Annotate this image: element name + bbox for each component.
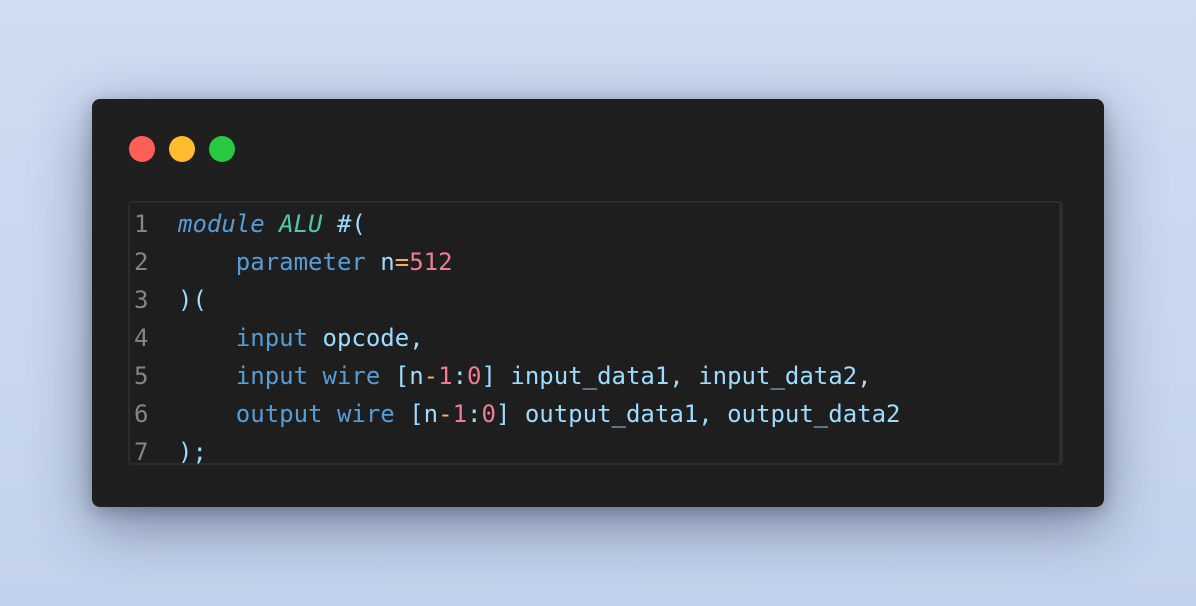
code-token: [n bbox=[380, 362, 424, 390]
code-token: : bbox=[452, 362, 468, 390]
code-token: 0 bbox=[481, 400, 496, 428]
code-line: 2 parameter n=512 bbox=[134, 243, 901, 281]
code-token: ALU bbox=[279, 210, 323, 238]
line-text: ); bbox=[178, 433, 207, 471]
code-token: 1 bbox=[438, 362, 453, 390]
code-line: 6 output wire [n-1:0] output_data1, outp… bbox=[134, 395, 901, 433]
code-line: 1 module ALU #( bbox=[134, 205, 901, 243]
code-token: )( bbox=[178, 286, 207, 314]
code-token: parameter bbox=[235, 248, 366, 276]
code-editor[interactable]: 1 module ALU #(2 parameter n=512 3)(4 inpu… bbox=[128, 201, 1063, 466]
line-text: )( bbox=[178, 281, 207, 319]
code-token: = bbox=[394, 248, 410, 276]
line-number: 6 bbox=[134, 400, 149, 428]
code-block: 1 module ALU #(2 parameter n=512 3)(4 inpu… bbox=[134, 205, 901, 471]
minimize-button[interactable] bbox=[169, 136, 195, 162]
close-button[interactable] bbox=[129, 136, 155, 162]
code-token: #( bbox=[322, 210, 366, 238]
code-token: - bbox=[423, 362, 439, 390]
code-token: ] input_data1, input_data2, bbox=[481, 362, 872, 390]
line-number: 7 bbox=[134, 438, 149, 466]
code-window: 1 module ALU #(2 parameter n=512 3)(4 inpu… bbox=[92, 99, 1104, 507]
line-number: 2 bbox=[134, 248, 149, 276]
line-number: 4 bbox=[134, 324, 149, 352]
code-token: ] output_data1, output_data2 bbox=[495, 400, 901, 428]
line-text: input opcode, bbox=[178, 319, 424, 357]
line-number: 3 bbox=[134, 286, 149, 314]
code-token: : bbox=[467, 400, 482, 428]
code-token: opcode, bbox=[322, 324, 424, 352]
code-token: 512 bbox=[409, 248, 453, 276]
code-line: 3 )( bbox=[134, 281, 901, 319]
code-line: 4 input opcode, bbox=[134, 319, 901, 357]
maximize-button[interactable] bbox=[209, 136, 235, 162]
line-text: input wire [n-1:0] input_data1, input_da… bbox=[178, 357, 872, 395]
window-controls bbox=[129, 136, 235, 162]
code-token: 0 bbox=[467, 362, 482, 390]
code-token: wire bbox=[336, 400, 395, 428]
code-line: 5 input wire [n-1:0] input_data1, input_… bbox=[134, 357, 901, 395]
code-token: ); bbox=[178, 438, 207, 466]
code-token: wire bbox=[322, 362, 381, 390]
code-line: 7); bbox=[134, 433, 901, 471]
line-text: parameter n=512 bbox=[178, 243, 453, 281]
code-token: 1 bbox=[452, 400, 468, 428]
code-token: output bbox=[235, 400, 323, 428]
code-token: - bbox=[438, 400, 453, 428]
line-number: 1 bbox=[134, 210, 149, 238]
code-token: module bbox=[178, 210, 265, 238]
code-token: [n bbox=[394, 400, 439, 428]
line-number: 5 bbox=[134, 362, 149, 390]
code-token: input bbox=[235, 362, 309, 390]
code-token: input bbox=[235, 324, 309, 352]
line-text: module ALU #( bbox=[178, 205, 366, 243]
code-token: n bbox=[380, 248, 395, 276]
line-text: output wire [n-1:0] output_data1, output… bbox=[178, 395, 901, 433]
